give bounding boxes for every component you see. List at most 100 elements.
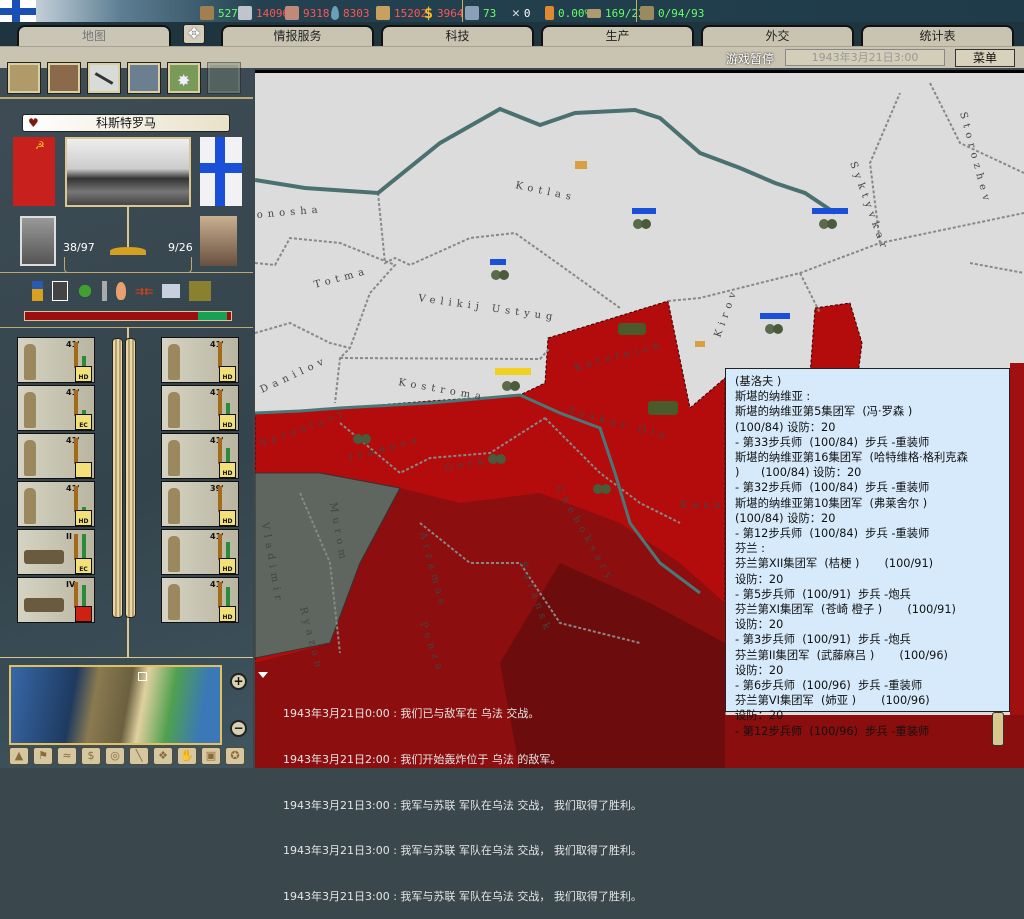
supply-icon [575,161,587,169]
resource-metal[interactable]: 14096 [238,5,289,21]
minimap-viewport[interactable] [138,672,147,681]
strength-bar [82,584,86,608]
dollar-icon: $ [87,749,95,762]
organization-bar [218,390,222,416]
menu-button[interactable]: 菜单 [955,49,1015,67]
organization-bar [74,342,78,368]
resource-convoys[interactable]: 0/94/93 [640,5,704,21]
minimap[interactable] [9,665,222,745]
province-label[interactable]: Kaza [680,500,725,511]
unit-card[interactable]: 41' HD [161,385,239,431]
region-map-button[interactable]: ❖ [153,747,173,765]
soldier-icon [24,344,36,380]
supplies-crate-icon [376,6,390,20]
supply-icon: ≈ [62,749,72,762]
unit-card[interactable]: 41' EC [17,385,95,431]
tab-intelligence[interactable]: 情报服务 [221,25,374,46]
brigade-badge: HD [75,366,92,382]
finland-flag-battle-icon [200,137,242,206]
zoom-out-button[interactable]: − [230,720,247,737]
tab-map[interactable]: 地图 [17,25,171,46]
mountain-icon: ▲ [14,749,24,762]
organization-bar [218,438,222,464]
organization-bar [74,390,78,416]
move-button[interactable]: ✥ [183,24,205,44]
tooltip-line: 芬兰第XI集团军 (苍崎 橙子 ) (100/91) [735,603,956,617]
tab-production[interactable]: 生产 [541,25,694,46]
unit-model: II [66,532,72,541]
fire-icon [116,282,126,300]
unit-card[interactable]: 39' HD [161,481,239,527]
supply-map-button[interactable]: ≈ [57,747,77,765]
resource-oil[interactable]: 8303 [331,5,370,21]
unit-card[interactable]: 41' HD [161,433,239,479]
unit-card[interactable]: II EC [17,529,95,575]
strength-bar [82,534,86,560]
medal-icon [32,281,43,301]
air-units-button[interactable] [88,63,120,93]
date-display[interactable]: 1943年3月21日3:00 [785,49,945,66]
unit-card[interactable]: 41' HD [161,337,239,383]
unit-card[interactable]: 41' HD [17,337,95,383]
soldier-icon [168,344,180,380]
resource-nukes[interactable]: ✕ 0 [512,5,530,21]
organization-bar [218,486,222,512]
resource-rare-materials[interactable]: 9318 [285,5,330,21]
resources-map-button[interactable]: ◎ [105,747,125,765]
resource-supplies[interactable]: 15202 [376,5,427,21]
unit-list-scrollbar[interactable] [112,338,136,618]
vehicle-icon [24,598,64,612]
tab-technology[interactable]: 科技 [381,25,534,46]
resource-bar: 5274 14096 9318 8303 15202 $3964 73 ✕ 0 0… [0,0,1024,24]
unit-overview-button[interactable] [208,63,240,93]
economy-map-button[interactable]: $ [81,747,101,765]
partisans-map-button[interactable]: ✪ [225,747,245,765]
brigade-icon [75,606,92,622]
weather-wind-icon [162,284,181,298]
diplomacy-map-button[interactable]: ▣ [201,747,221,765]
defender-leader-portrait[interactable] [200,216,237,266]
combat-button[interactable]: ✸ [168,63,200,93]
map-mode-political-button[interactable] [8,63,40,93]
resource-dissent[interactable]: 0.00% [545,5,591,21]
log-entry: 1943年3月21日3:00 : 我军与苏联 军队在乌法 交战， 我们取得了胜利… [283,889,642,903]
alliance-map-button[interactable]: ✋ [177,747,197,765]
tab-diplomacy[interactable]: 外交 [701,25,854,46]
log-expand-icon[interactable] [258,672,268,678]
leader-icon [52,281,68,301]
naval-units-button[interactable] [128,63,160,93]
soldier-icon [24,392,36,428]
log-scroll-handle[interactable] [992,712,1004,746]
transport-icon [587,8,601,18]
unit-card[interactable]: 41' HD [161,577,239,623]
tab-statistics[interactable]: 统计表 [861,25,1014,46]
battle-icon: ♥ [28,116,39,130]
organization-bar [74,582,78,608]
tooltip-line: 设防：20 [735,663,784,677]
brigade-badge: HD [219,510,236,526]
political-map-button[interactable]: ⚑ [33,747,53,765]
rare-materials-icon [285,6,299,20]
tooltip-line: 斯堪的纳维亚第5集团军 (冯·罗森 ) [735,405,913,419]
strength-bar [226,587,230,608]
zoom-in-button[interactable]: + [230,673,247,690]
unit-card[interactable]: 41' HD [161,529,239,575]
brigade-badge: HD [219,606,236,622]
explosion-icon: ✸ [177,71,191,90]
weather-map-button[interactable]: ╲ [129,747,149,765]
unit-card[interactable]: 41' HD [17,481,95,527]
terrain-map-button[interactable]: ▲ [9,747,29,765]
tooltip-line: (100/84) 设防：20 [735,511,836,525]
log-entry: 1943年3月21日2:00 : 我们开始轰炸位于 乌法 的敌军。 [283,753,562,767]
attacker-strength: 38/97 [63,241,95,254]
attacker-leader-portrait[interactable] [20,216,56,266]
resource-manpower[interactable]: 73 [465,5,496,21]
tooltip-line: 斯堪的纳维亚第10集团军 (弗莱舍尔 ) [735,496,928,510]
land-units-button[interactable] [48,63,80,93]
tooltip-line: ) (100/84) 设防：20 [735,466,862,480]
unit-card[interactable]: IV [17,577,95,623]
resource-money[interactable]: $3964 [424,4,464,22]
unit-card[interactable]: 41' [17,433,95,479]
defender-progress [198,312,227,320]
soldier-icon [24,488,36,524]
